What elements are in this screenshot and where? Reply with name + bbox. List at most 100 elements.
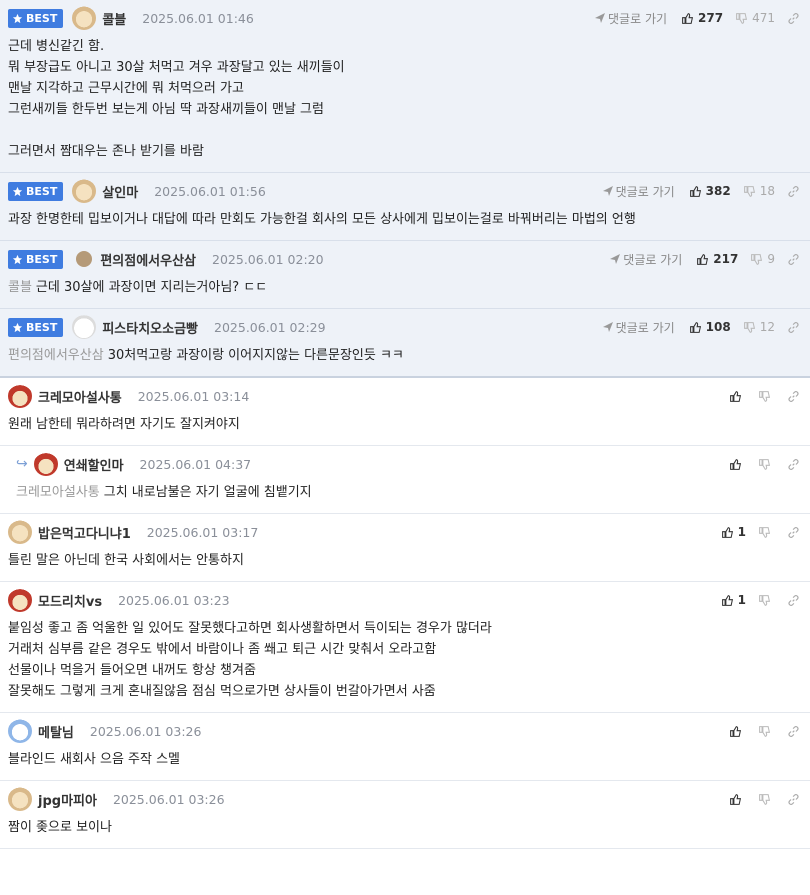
thumbs-down-icon <box>759 526 771 538</box>
downvote-button[interactable]: 18 <box>743 184 775 198</box>
upvote-button[interactable]: 382 <box>689 184 731 198</box>
thumbs-up-icon <box>689 185 701 197</box>
best-comment: BEST 살인마 2025.06.01 01:56 댓글로 가기 382 18 … <box>0 173 810 241</box>
nickname[interactable]: 살인마 <box>102 182 138 201</box>
best-comment: BEST 피스타치오소금빵 2025.06.01 02:29 댓글로 가기 10… <box>0 309 810 378</box>
downvote-button[interactable] <box>758 526 775 539</box>
downvote-button[interactable] <box>758 793 775 806</box>
reply-comment: ↪ 연쇄할인마 2025.06.01 04:37 크레모아설사통 그치 내로남불은… <box>0 446 810 514</box>
reply-arrow-icon: ↪ <box>16 456 28 472</box>
downvote-button[interactable]: 12 <box>743 320 775 334</box>
comment-date: 2025.06.01 03:23 <box>118 592 230 608</box>
link-icon[interactable] <box>787 793 800 806</box>
nickname[interactable]: 연쇄할인마 <box>64 455 124 474</box>
nickname[interactable]: 모드리치vs <box>38 591 102 610</box>
upvote-button[interactable] <box>729 725 746 738</box>
downvote-button[interactable]: 471 <box>735 11 775 25</box>
go-to-reply-link[interactable]: 댓글로 가기 <box>595 10 667 27</box>
downvote-button[interactable]: 9 <box>750 252 775 266</box>
avatar[interactable] <box>8 787 32 811</box>
thumbs-up-icon <box>730 793 742 805</box>
avatar[interactable] <box>8 719 32 743</box>
comment-text: 콜블 근데 30살에 과장이면 지리는거아님? ㄷㄷ <box>8 280 268 295</box>
upvote-button[interactable] <box>729 793 746 806</box>
comment-date: 2025.06.01 02:20 <box>212 251 324 267</box>
comment: 메탈님 2025.06.01 03:26 블라인드 새회사 으음 주작 스멜 <box>0 713 810 781</box>
link-icon[interactable] <box>787 321 800 334</box>
upvote-button[interactable]: 108 <box>689 320 731 334</box>
avatar[interactable] <box>8 520 32 544</box>
nickname[interactable]: 피스타치오소금빵 <box>102 318 198 337</box>
best-badge: BEST <box>8 249 64 269</box>
link-icon[interactable] <box>787 594 800 607</box>
thumbs-up-icon <box>730 390 742 402</box>
downvote-button[interactable] <box>758 390 775 403</box>
nickname[interactable]: 콜블 <box>102 9 126 28</box>
thumbs-down-icon <box>743 185 755 197</box>
comment-date: 2025.06.01 03:17 <box>146 524 259 540</box>
comment-date: 2025.06.01 01:46 <box>142 10 254 26</box>
upvote-button[interactable] <box>729 390 746 403</box>
link-icon[interactable] <box>787 12 800 25</box>
thumbs-down-icon <box>759 725 771 737</box>
reply-target[interactable]: 편의점에서우산삼 <box>8 348 104 363</box>
upvote-button[interactable]: 217 <box>696 252 738 266</box>
avatar[interactable] <box>72 315 97 339</box>
thumbs-up-icon <box>689 321 701 333</box>
upvote-button[interactable]: 1 <box>721 525 746 539</box>
upvote-button[interactable] <box>729 458 746 471</box>
thumbs-down-icon <box>751 253 763 265</box>
thumbs-down-icon <box>743 321 755 333</box>
link-icon[interactable] <box>787 390 800 403</box>
comment-date: 2025.06.01 02:29 <box>214 319 326 335</box>
thumbs-up-icon <box>721 594 733 606</box>
nickname[interactable]: jpg마피아 <box>38 790 97 809</box>
send-icon <box>602 186 613 196</box>
thumbs-up-icon <box>682 12 694 24</box>
avatar[interactable] <box>72 6 97 30</box>
nickname[interactable]: 크레모아설사통 <box>38 387 122 406</box>
downvote-button[interactable] <box>758 594 775 607</box>
reply-target[interactable]: 크레모아설사통 <box>16 485 100 500</box>
nickname[interactable]: 메탈님 <box>38 722 74 741</box>
thumbs-down-icon <box>759 793 771 805</box>
thumbs-down-icon <box>759 594 771 606</box>
reply-target[interactable]: 콜블 <box>8 280 32 295</box>
comment-text: 근데 병신같긴 함. 뭐 부장급도 아니고 30살 처먹고 겨우 과장달고 있는… <box>8 39 345 159</box>
link-icon[interactable] <box>787 725 800 738</box>
upvote-button[interactable]: 1 <box>721 593 746 607</box>
upvote-button[interactable]: 277 <box>681 11 723 25</box>
avatar[interactable] <box>8 384 32 408</box>
comment-date: 2025.06.01 01:56 <box>154 183 266 199</box>
comment-text: 붙임성 좋고 좀 억울한 일 있어도 잘못했다고하면 회사생활하면서 득이되는 … <box>8 621 492 699</box>
best-badge: BEST <box>8 8 64 28</box>
link-icon[interactable] <box>787 253 800 266</box>
comment-list: BEST 콜블 2025.06.01 01:46 댓글로 가기 277 471 … <box>0 0 810 849</box>
star-icon <box>12 13 23 23</box>
downvote-button[interactable] <box>758 725 775 738</box>
comment-text: 원래 남한테 뭐라하려면 자기도 잘지켜야지 <box>8 417 240 432</box>
send-icon <box>610 254 621 264</box>
avatar[interactable] <box>76 251 93 267</box>
nickname[interactable]: 밥은먹고다니냐1 <box>38 523 131 542</box>
thumbs-up-icon <box>721 526 733 538</box>
thumbs-down-icon <box>759 458 771 470</box>
best-badge: BEST <box>8 317 64 337</box>
comment-date: 2025.06.01 03:14 <box>137 388 250 404</box>
go-to-reply-link[interactable]: 댓글로 가기 <box>602 319 675 336</box>
downvote-button[interactable] <box>758 458 775 471</box>
star-icon <box>12 254 23 264</box>
go-to-reply-link[interactable]: 댓글로 가기 <box>602 183 675 200</box>
link-icon[interactable] <box>787 526 800 539</box>
avatar[interactable] <box>33 452 58 476</box>
nickname[interactable]: 편의점에서우산삼 <box>100 250 196 269</box>
link-icon[interactable] <box>787 458 800 471</box>
avatar[interactable] <box>72 179 97 203</box>
link-icon[interactable] <box>787 185 800 198</box>
comment-date: 2025.06.01 03:26 <box>112 791 225 807</box>
go-to-reply-link[interactable]: 댓글로 가기 <box>610 251 682 268</box>
avatar[interactable] <box>8 588 32 612</box>
comment-text: 크레모아설사통 그치 내로남불은 자기 얼굴에 침뱉기지 <box>16 485 312 500</box>
thumbs-down-icon <box>759 390 771 402</box>
comment-text: 짬이 좆으로 보이나 <box>8 820 112 835</box>
